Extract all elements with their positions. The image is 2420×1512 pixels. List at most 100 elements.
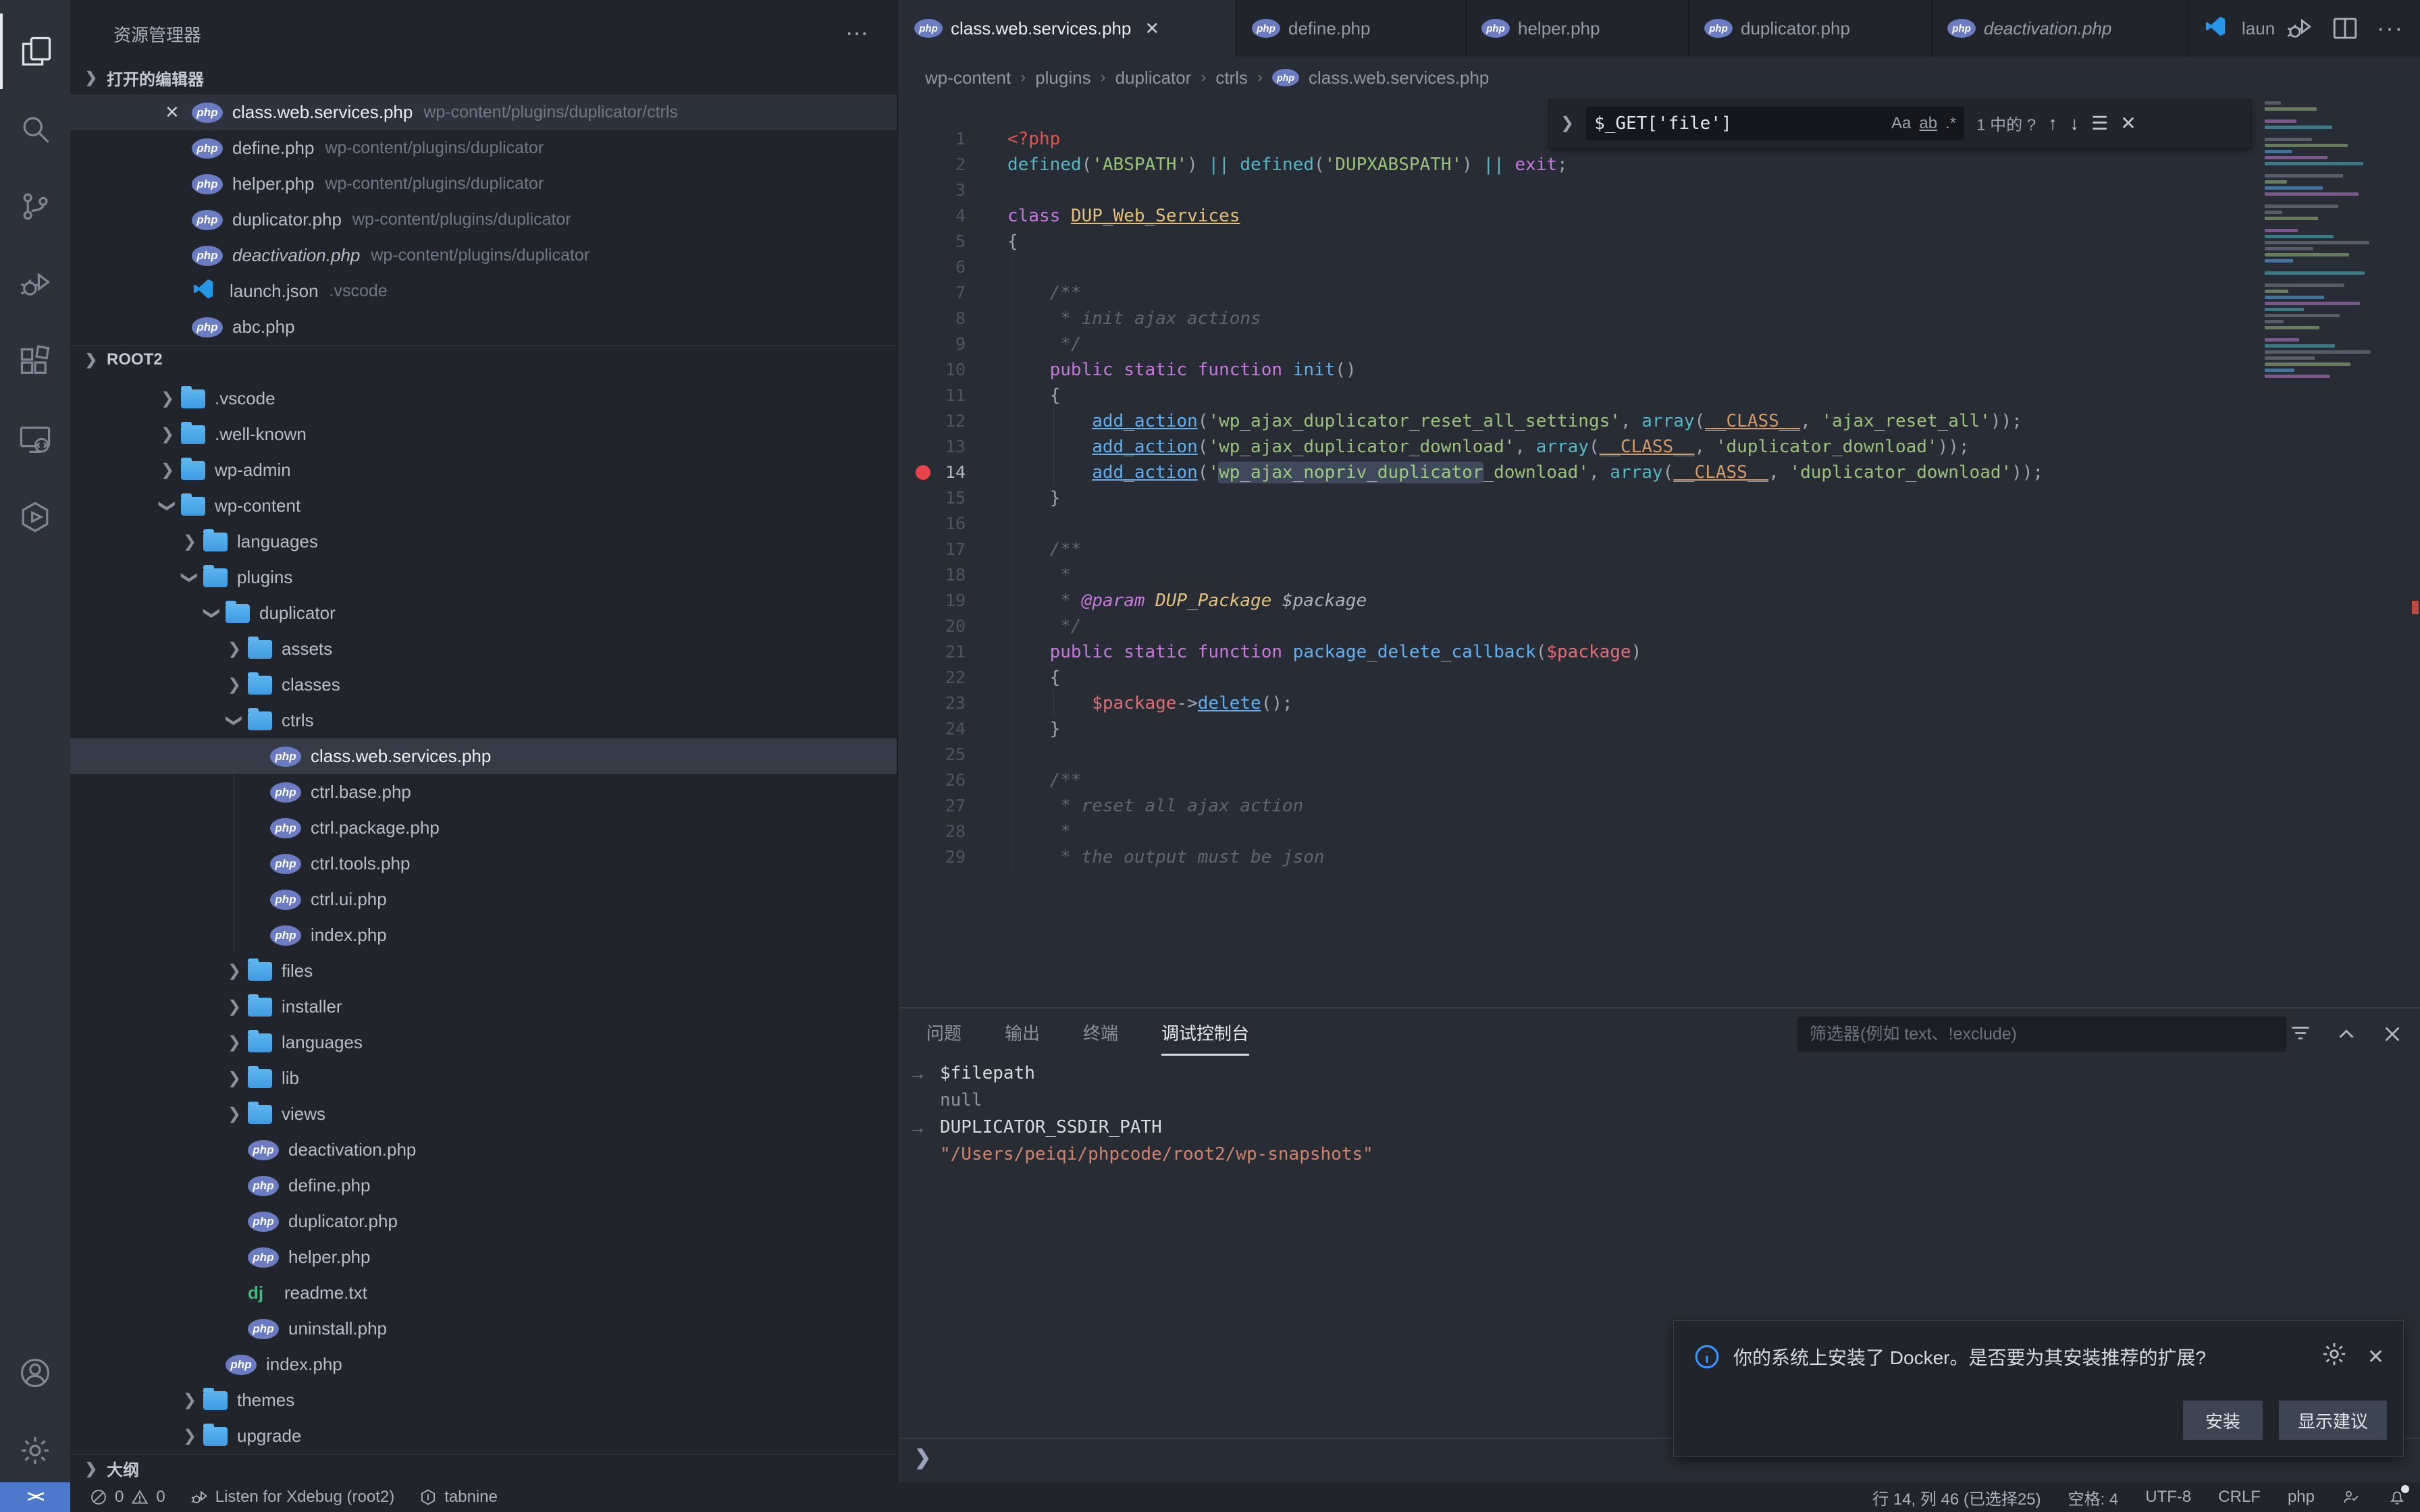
line-number[interactable]: 19 xyxy=(899,588,966,614)
activitybar-explorer-icon[interactable] xyxy=(0,14,70,89)
line-number[interactable]: 29 xyxy=(899,844,966,870)
tree-folder-upgrade[interactable]: ❯upgrade xyxy=(70,1418,897,1454)
code-line-11[interactable]: 11 { xyxy=(899,383,2420,408)
code-line-28[interactable]: 28 * xyxy=(899,819,2420,844)
line-number[interactable]: 13 xyxy=(899,434,966,460)
whole-word-icon[interactable]: ab xyxy=(1919,114,1937,133)
close-panel-icon[interactable] xyxy=(2379,1021,2405,1047)
code-line-27[interactable]: 27 * reset all ajax action xyxy=(899,793,2420,819)
tree-folder-files[interactable]: ❯files xyxy=(70,953,897,989)
indentation[interactable]: 空格: 4 xyxy=(2068,1486,2119,1509)
code-line-17[interactable]: 17 /** xyxy=(899,537,2420,562)
close-icon[interactable]: ✕ xyxy=(165,102,188,123)
tree-folder-plugins[interactable]: ❯plugins xyxy=(70,560,897,595)
split-editor-icon[interactable] xyxy=(2331,14,2359,43)
line-number[interactable]: 4 xyxy=(899,203,966,229)
activitybar-search-icon[interactable] xyxy=(0,91,70,167)
notification-settings-icon[interactable] xyxy=(2320,1340,2348,1374)
tree-file-ctrl.base.php[interactable]: phpctrl.base.php xyxy=(70,774,897,810)
code-line-14[interactable]: 14 add_action('wp_ajax_nopriv_duplicator… xyxy=(899,460,2420,485)
tree-file-index.php[interactable]: phpindex.php xyxy=(70,917,897,953)
tree-file-ctrl.ui.php[interactable]: phpctrl.ui.php xyxy=(70,882,897,917)
activitybar-remote-explorer-icon[interactable] xyxy=(0,402,70,477)
code-line-22[interactable]: 22 { xyxy=(899,665,2420,691)
problems-indicator[interactable]: 0 0 xyxy=(89,1488,165,1507)
open-editor-item[interactable]: phpdeactivation.phpwp-content/plugins/du… xyxy=(70,238,897,273)
breadcrumb-item[interactable]: class.web.services.php xyxy=(1309,68,1489,88)
line-number[interactable]: 20 xyxy=(899,614,966,639)
tree-file-deactivation.php[interactable]: phpdeactivation.php xyxy=(70,1132,897,1168)
panel-tab-终端[interactable]: 终端 xyxy=(1083,1008,1118,1056)
tree-file-duplicator.php[interactable]: phpduplicator.php xyxy=(70,1204,897,1239)
tree-folder-.well-known[interactable]: ❯.well-known xyxy=(70,416,897,452)
panel-tab-输出[interactable]: 输出 xyxy=(1005,1008,1040,1056)
tree-file-uninstall.php[interactable]: phpuninstall.php xyxy=(70,1311,897,1347)
tree-folder-ctrls[interactable]: ❯ctrls xyxy=(70,703,897,738)
tab-duplicator.php[interactable]: phpduplicator.php xyxy=(1689,0,1932,57)
find-input[interactable]: $_GET['file'] Aa ab .* xyxy=(1586,107,1964,140)
line-number[interactable]: 14 xyxy=(899,460,966,485)
open-editor-item[interactable]: ✕phpclass.web.services.phpwp-content/plu… xyxy=(70,94,897,130)
match-case-icon[interactable]: Aa xyxy=(1891,114,1911,133)
tree-folder-assets[interactable]: ❯assets xyxy=(70,631,897,667)
tab-class.web.services.php[interactable]: phpclass.web.services.php✕ xyxy=(899,0,1237,57)
line-number[interactable]: 11 xyxy=(899,383,966,408)
run-debug-icon[interactable] xyxy=(2285,14,2313,43)
open-editor-item[interactable]: phpdefine.phpwp-content/plugins/duplicat… xyxy=(70,130,897,166)
tree-file-readme.txt[interactable]: djreadme.txt xyxy=(70,1275,897,1311)
line-number[interactable]: 15 xyxy=(899,485,966,511)
toggle-replace-icon[interactable]: ❯ xyxy=(1560,113,1574,133)
remote-indicator[interactable]: >< xyxy=(0,1482,70,1512)
tree-folder-duplicator[interactable]: ❯duplicator xyxy=(70,595,897,631)
code-line-12[interactable]: 12 add_action('wp_ajax_duplicator_reset_… xyxy=(899,408,2420,434)
tree-folder-lib[interactable]: ❯lib xyxy=(70,1060,897,1096)
activitybar-hexagon-play-icon[interactable] xyxy=(0,479,70,555)
tree-folder-.vscode[interactable]: ❯.vscode xyxy=(70,381,897,416)
code-editor[interactable]: 1<?php2defined('ABSPATH') || defined('DU… xyxy=(899,99,2420,1007)
line-number[interactable]: 12 xyxy=(899,408,966,434)
cursor-position[interactable]: 行 14, 列 46 (已选择25) xyxy=(1872,1486,2041,1509)
eol-sequence[interactable]: CRLF xyxy=(2218,1488,2261,1507)
code-line-26[interactable]: 26 /** xyxy=(899,767,2420,793)
breakpoint-icon[interactable] xyxy=(916,465,930,480)
code-line-8[interactable]: 8 * init ajax actions xyxy=(899,306,2420,331)
code-line-19[interactable]: 19 * @param DUP_Package $package xyxy=(899,588,2420,614)
tree-file-define.php[interactable]: phpdefine.php xyxy=(70,1168,897,1204)
code-line-5[interactable]: 5{ xyxy=(899,229,2420,254)
open-editors-section-header[interactable]: ❯ 打开的编辑器 xyxy=(70,63,897,92)
line-number[interactable]: 27 xyxy=(899,793,966,819)
code-line-6[interactable]: 6 xyxy=(899,254,2420,280)
code-line-9[interactable]: 9 */ xyxy=(899,331,2420,357)
line-number[interactable]: 28 xyxy=(899,819,966,844)
code-line-18[interactable]: 18 * xyxy=(899,562,2420,588)
open-editor-item[interactable]: phpabc.php xyxy=(70,309,897,345)
tab-define.php[interactable]: phpdefine.php xyxy=(1237,0,1467,57)
line-number[interactable]: 24 xyxy=(899,716,966,742)
console-input-prompt[interactable]: ❯ xyxy=(914,1446,931,1469)
line-number[interactable]: 10 xyxy=(899,357,966,383)
activitybar-accounts-icon[interactable] xyxy=(0,1335,70,1411)
tab-deactivation.php[interactable]: phpdeactivation.php xyxy=(1932,0,2189,57)
close-icon[interactable]: ✕ xyxy=(2120,112,2136,134)
close-icon[interactable]: ✕ xyxy=(1145,18,1159,39)
find-query[interactable]: $_GET['file'] xyxy=(1594,113,1883,134)
activitybar-settings-icon[interactable] xyxy=(0,1413,70,1488)
tree-file-ctrl.tools.php[interactable]: phpctrl.tools.php xyxy=(70,846,897,882)
activitybar-run-and-debug-icon[interactable] xyxy=(0,246,70,322)
panel-tab-问题[interactable]: 问题 xyxy=(926,1008,962,1056)
line-number[interactable]: 17 xyxy=(899,537,966,562)
code-line-15[interactable]: 15 } xyxy=(899,485,2420,511)
minimap[interactable] xyxy=(2265,101,2409,479)
line-number[interactable]: 3 xyxy=(899,178,966,203)
filter-icon[interactable] xyxy=(2288,1021,2313,1047)
line-number[interactable]: 26 xyxy=(899,767,966,793)
tree-folder-languages[interactable]: ❯languages xyxy=(70,1025,897,1060)
line-number[interactable]: 5 xyxy=(899,229,966,254)
install-button[interactable]: 安装 xyxy=(2183,1401,2263,1440)
line-number[interactable]: 25 xyxy=(899,742,966,767)
line-number[interactable]: 22 xyxy=(899,665,966,691)
line-number[interactable]: 1 xyxy=(899,126,966,152)
notification-close-icon[interactable]: ✕ xyxy=(2367,1345,2384,1369)
code-line-2[interactable]: 2defined('ABSPATH') || defined('DUPXABSP… xyxy=(899,152,2420,178)
line-number[interactable]: 6 xyxy=(899,254,966,280)
